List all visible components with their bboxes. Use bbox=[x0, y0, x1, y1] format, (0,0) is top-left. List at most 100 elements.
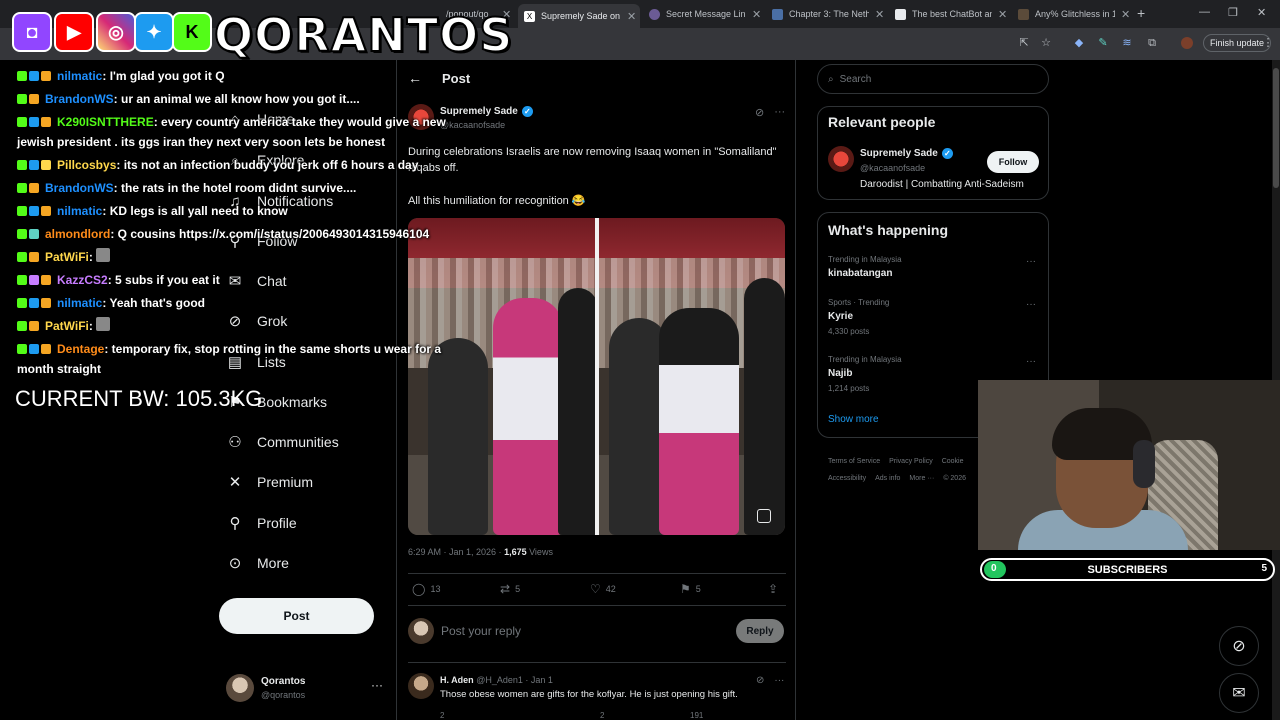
grok-fab[interactable]: ⊘ bbox=[1219, 626, 1259, 666]
favicon-icon bbox=[649, 8, 660, 20]
chat-message: nilmatic: KD legs is all yall need to kn… bbox=[17, 201, 467, 221]
comment-avatar[interactable] bbox=[408, 673, 434, 699]
trend-context: Trending in Malaysia bbox=[828, 255, 902, 264]
chat-message: PatWiFi: bbox=[17, 247, 467, 267]
emote-icon bbox=[96, 317, 111, 331]
more-dots-icon[interactable]: ··· bbox=[774, 106, 785, 119]
person-handle: @kacaanofsade bbox=[860, 163, 926, 173]
post-button[interactable]: Post bbox=[219, 598, 374, 634]
follow-button[interactable]: Follow bbox=[987, 151, 1039, 173]
heart-icon: ♡ bbox=[590, 582, 601, 596]
favicon-icon bbox=[1018, 8, 1029, 20]
verified-badge-icon: ✓ bbox=[521, 106, 533, 117]
nav-more[interactable]: ⊙ More bbox=[226, 554, 289, 572]
verified-badge-icon: ✓ bbox=[941, 148, 953, 159]
more-icon: ⊙ bbox=[228, 555, 242, 572]
chat-badges-icon bbox=[17, 66, 53, 86]
twitch-icon: ◘ bbox=[26, 21, 38, 42]
footer-links: Terms of Service Privacy Policy Cookie Acc… bbox=[828, 458, 966, 482]
webcam-feed bbox=[978, 380, 1280, 550]
x-icon: ✕ bbox=[228, 474, 242, 491]
streamer-name: QORANTOS bbox=[213, 7, 514, 63]
chat-message: Dentage: temporary fix, stop rotting in … bbox=[17, 339, 467, 379]
like-action[interactable]: ♡ 42 bbox=[590, 582, 616, 596]
trend-name[interactable]: Najib bbox=[828, 368, 852, 379]
nav-communities[interactable]: ⚇ Communities bbox=[226, 433, 338, 451]
minimize-icon[interactable]: — bbox=[1199, 6, 1210, 18]
share-action[interactable]: ⇪ bbox=[768, 582, 783, 596]
youtube-logo: ▶ bbox=[54, 12, 94, 52]
new-tab-button[interactable]: + bbox=[1137, 5, 1145, 21]
tab-secret-message[interactable]: Secret Message Link ✕ bbox=[643, 4, 765, 24]
extension-icon[interactable]: ≋ bbox=[1121, 37, 1133, 49]
bookmark-icon: ⚑ bbox=[680, 582, 691, 596]
person-name[interactable]: Supremely Sade ✓ bbox=[860, 148, 953, 159]
favicon-icon bbox=[895, 8, 906, 20]
comment-view-count[interactable]: 191 bbox=[690, 711, 703, 720]
chat-message: Pillcosbys: its not an infection buddy y… bbox=[17, 155, 467, 175]
chat-badges-icon bbox=[17, 247, 41, 267]
avatar bbox=[408, 618, 434, 644]
chat-message: nilmatic: I'm glad you got it Q bbox=[17, 66, 467, 86]
kebab-menu-icon[interactable]: ⋮ bbox=[1262, 37, 1274, 49]
account-switcher[interactable]: Qorantos @qorantos ··· bbox=[226, 674, 386, 704]
messages-fab[interactable]: ✉ bbox=[1219, 673, 1259, 713]
grok-icon[interactable]: ⊘ bbox=[755, 106, 764, 119]
comment-like-count[interactable]: 2 bbox=[600, 711, 604, 720]
tab-chapter-3[interactable]: Chapter 3: The Neth ✕ bbox=[766, 4, 888, 24]
show-more-link[interactable]: Show more bbox=[828, 414, 879, 425]
close-tab-icon[interactable]: ✕ bbox=[998, 8, 1007, 21]
grok-icon[interactable]: ⊘ bbox=[756, 675, 764, 686]
expand-media-icon[interactable] bbox=[757, 509, 771, 523]
close-tab-icon[interactable]: ✕ bbox=[875, 8, 884, 21]
instagram-logo: ◎ bbox=[96, 12, 136, 52]
repost-icon: ⇄ bbox=[500, 582, 511, 596]
extension-icon[interactable]: ◆ bbox=[1073, 37, 1085, 49]
maximize-icon[interactable]: ❐ bbox=[1228, 6, 1238, 19]
trend-name[interactable]: kinabatangan bbox=[828, 268, 892, 279]
post-top-actions: ⊘ ··· bbox=[755, 106, 785, 119]
close-tab-icon[interactable]: ✕ bbox=[627, 10, 636, 23]
more-dots-icon[interactable]: ··· bbox=[774, 675, 784, 686]
close-window-icon[interactable]: ✕ bbox=[1257, 6, 1266, 19]
bookmark-action[interactable]: ⚑ 5 bbox=[680, 582, 701, 596]
profile-avatar-icon[interactable] bbox=[1181, 37, 1193, 49]
more-dots-icon[interactable]: ··· bbox=[1026, 299, 1036, 310]
whats-happening-title: What's happening bbox=[828, 222, 948, 238]
close-tab-icon[interactable]: ✕ bbox=[1121, 8, 1130, 21]
relevant-people-title: Relevant people bbox=[828, 114, 936, 130]
chat-message: BrandonWS: the rats in the hotel room di… bbox=[17, 178, 467, 198]
tab-chatbot[interactable]: The best ChatBot an ✕ bbox=[889, 4, 1011, 24]
nav-premium[interactable]: ✕ Premium bbox=[226, 473, 313, 491]
comment-header: H. Aden @H_Aden1 · Jan 1 bbox=[440, 675, 553, 685]
twitch-logo: ◘ bbox=[12, 12, 52, 52]
nav-profile[interactable]: ⚲ Profile bbox=[226, 514, 297, 532]
chat-message: BrandonWS: ur an animal we all know how … bbox=[17, 89, 467, 109]
search-input[interactable]: ⌕ Search bbox=[817, 64, 1049, 94]
chat-badges-icon bbox=[17, 201, 53, 221]
reply-button[interactable]: Reply bbox=[736, 619, 784, 643]
repost-action[interactable]: ⇄ 5 bbox=[500, 582, 520, 596]
close-tab-icon[interactable]: ✕ bbox=[752, 8, 761, 21]
more-dots-icon[interactable]: ··· bbox=[1026, 356, 1036, 367]
person-avatar[interactable] bbox=[828, 146, 854, 172]
bookmark-star-icon[interactable]: ☆ bbox=[1040, 37, 1052, 49]
extensions-puzzle-icon[interactable]: ⧉ bbox=[1146, 37, 1158, 49]
reply-input[interactable]: Post your reply bbox=[441, 624, 521, 638]
comment-reply-count[interactable]: 2 bbox=[440, 711, 444, 720]
tab-supremely-sade[interactable]: X Supremely Sade on X ✕ bbox=[518, 4, 640, 28]
share-icon: ⇪ bbox=[768, 582, 779, 596]
more-dots-icon: ··· bbox=[371, 678, 383, 692]
more-dots-icon[interactable]: ··· bbox=[1026, 256, 1036, 267]
grok-icon: ⊘ bbox=[1232, 638, 1246, 655]
chat-badges-icon bbox=[17, 270, 53, 290]
mail-icon: ✉ bbox=[1232, 685, 1246, 702]
finish-update-button[interactable]: Finish update bbox=[1203, 34, 1272, 52]
comment-text: Those obese women are gifts for the kofl… bbox=[440, 689, 738, 700]
reply-action[interactable]: ◯ 13 bbox=[412, 582, 440, 596]
tab-any-glitchless[interactable]: Any% Glitchless in 1. ✕ bbox=[1012, 4, 1134, 24]
extension-icon[interactable]: ✎ bbox=[1097, 37, 1109, 49]
trend-name[interactable]: Kyrie bbox=[828, 311, 853, 322]
reply-icon: ◯ bbox=[412, 582, 426, 596]
install-icon[interactable]: ⇱ bbox=[1018, 37, 1030, 49]
